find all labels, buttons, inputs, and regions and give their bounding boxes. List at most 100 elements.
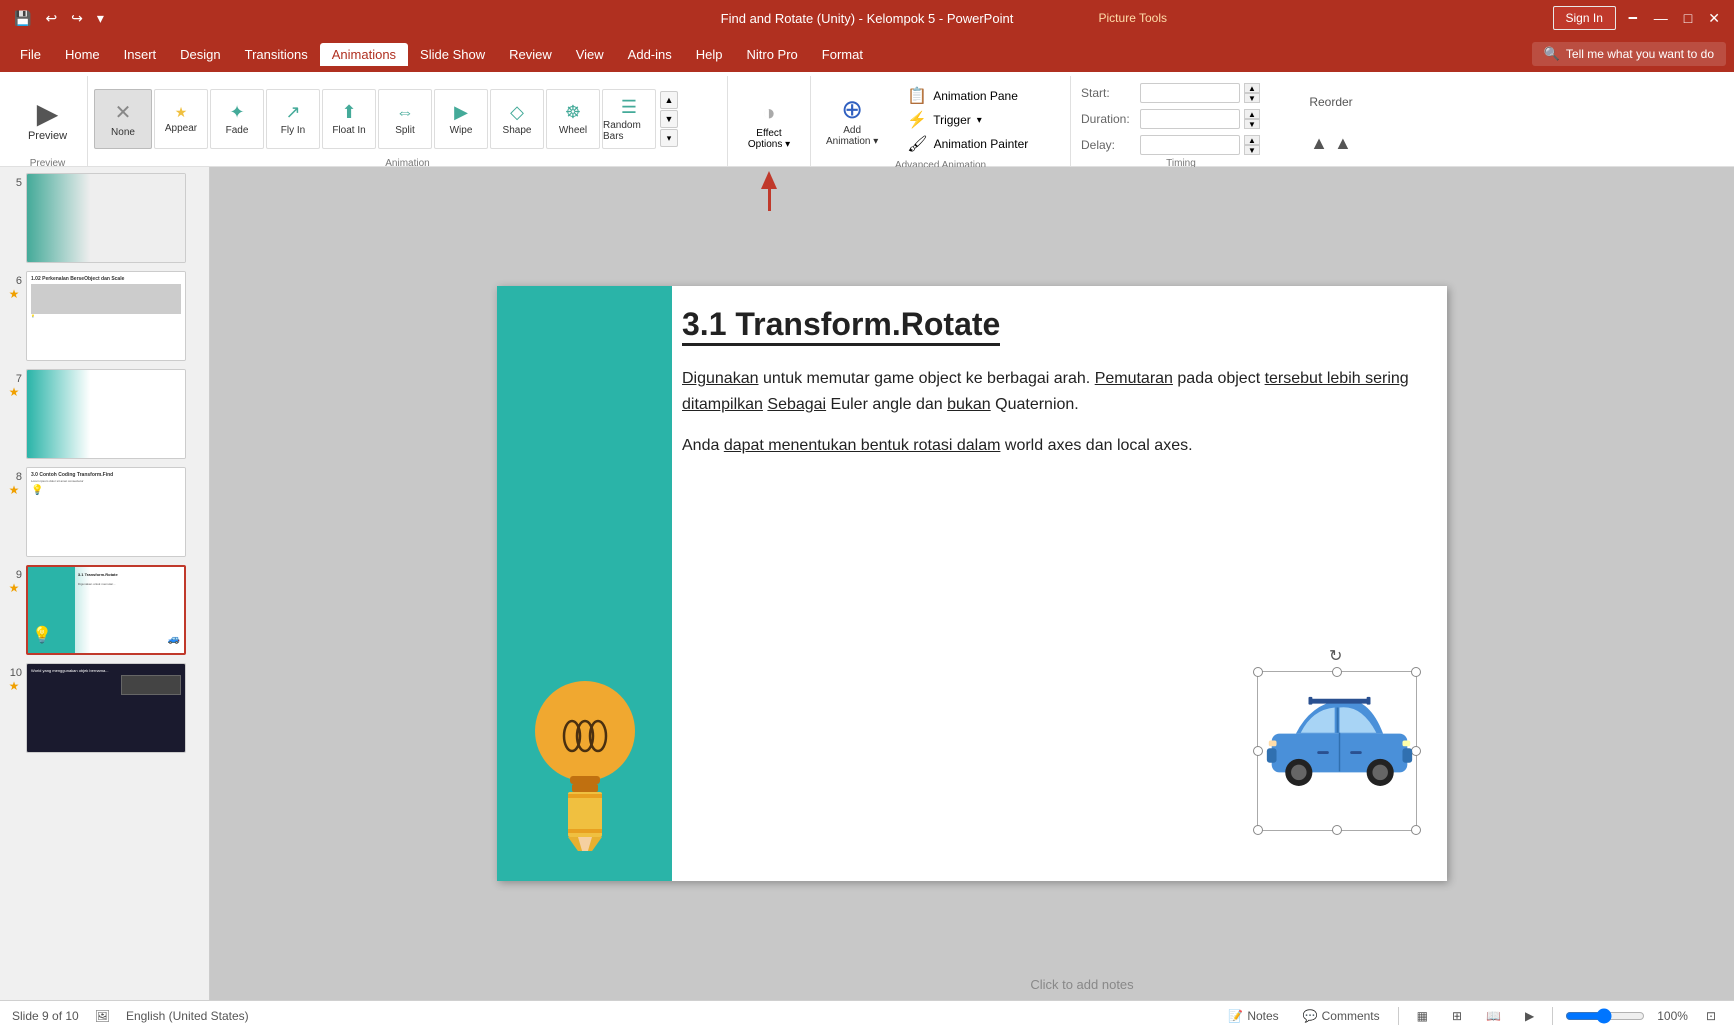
handle-top-right[interactable] (1411, 667, 1421, 677)
wheel-icon: ☸ (565, 102, 581, 123)
animation-split-button[interactable]: ⇔ Split (378, 89, 432, 149)
menu-insert[interactable]: Insert (112, 43, 169, 66)
scroll-more-button[interactable]: ▾ (660, 129, 678, 147)
animation-appear-button[interactable]: ★ Appear (154, 89, 208, 149)
scroll-down-button[interactable]: ▼ (660, 110, 678, 128)
shape-label: Shape (503, 125, 532, 136)
duration-input[interactable] (1140, 109, 1240, 129)
menu-home[interactable]: Home (53, 43, 112, 66)
preview-button[interactable]: ▶ Preview (20, 93, 75, 146)
slide-thumb-5[interactable]: 5 (4, 171, 205, 265)
comments-button[interactable]: 💬 Comments (1297, 1007, 1386, 1025)
slide-sorter-button[interactable]: ⊞ (1446, 1007, 1468, 1025)
slide-num-7: 7 (6, 373, 22, 385)
move-later-button[interactable]: ▲ (1334, 133, 1352, 154)
animation-pane-button[interactable]: 📋 Animation Pane (903, 84, 1032, 108)
animation-shape-button[interactable]: ◇ Shape (490, 89, 544, 149)
menu-view[interactable]: View (564, 43, 616, 66)
reorder-arrows: ▲ ▲ (1310, 133, 1352, 154)
handle-bottom-left[interactable] (1253, 825, 1263, 835)
car-container[interactable]: ↻ (1257, 671, 1417, 831)
start-input[interactable] (1140, 83, 1240, 103)
slide-num-6: 6 (6, 275, 22, 287)
delay-down-arrow[interactable]: ▼ (1244, 145, 1260, 155)
picture-tools-label: Picture Tools (1099, 11, 1167, 25)
randombars-label: Random Bars (603, 120, 655, 142)
move-earlier-button[interactable]: ▲ (1310, 133, 1328, 154)
ribbon-collapse-icon[interactable]: 🗕 (1624, 4, 1642, 32)
slide-thumb-7[interactable]: 7 ★ (4, 367, 205, 461)
slide-thumb-6[interactable]: 6 ★ 1.02 Perkenalan BerseObject dan Scal… (4, 269, 205, 363)
reading-view-button[interactable]: 📖 (1480, 1007, 1507, 1025)
status-bar: Slide 9 of 10 🖼 English (United States) … (0, 1000, 1734, 1030)
preview-label: Preview (28, 130, 67, 142)
slide-view-icon: 🖼 (95, 1009, 110, 1023)
animation-painter-button[interactable]: 🖌 Animation Painter (903, 132, 1032, 156)
thumb-img-5 (26, 173, 186, 263)
animation-scroll-controls: ▲ ▼ ▾ (660, 91, 678, 147)
duration-down-arrow[interactable]: ▼ (1244, 119, 1260, 129)
menu-transitions[interactable]: Transitions (233, 43, 320, 66)
effect-options-button[interactable]: ◑ Effect Options ▾ (734, 91, 804, 159)
duration-row: Duration: ▲ ▼ (1081, 109, 1260, 129)
menu-review[interactable]: Review (497, 43, 564, 66)
menu-slideshow[interactable]: Slide Show (408, 43, 497, 66)
animation-fade-button[interactable]: ✦ Fade (210, 89, 264, 149)
zoom-slider[interactable] (1565, 1008, 1645, 1024)
delay-up-arrow[interactable]: ▲ (1244, 135, 1260, 145)
start-down-arrow[interactable]: ▼ (1244, 93, 1260, 103)
handle-top-center[interactable] (1332, 667, 1342, 677)
animation-wheel-button[interactable]: ☸ Wheel (546, 89, 600, 149)
animation-randombars-button[interactable]: ☰ Random Bars (602, 89, 656, 149)
tell-me-box[interactable]: 🔍 Tell me what you want to do (1532, 42, 1726, 66)
scroll-up-button[interactable]: ▲ (660, 91, 678, 109)
slideshow-button[interactable]: ▶ (1519, 1007, 1540, 1025)
start-up-arrow[interactable]: ▲ (1244, 83, 1260, 93)
minimize-icon[interactable]: — (1650, 8, 1672, 28)
menu-design[interactable]: Design (168, 43, 232, 66)
animation-pane-label: Animation Pane (933, 89, 1018, 103)
close-icon[interactable]: ✕ (1704, 8, 1724, 29)
rotate-handle[interactable]: ↻ (1329, 646, 1342, 666)
menu-nitropro[interactable]: Nitro Pro (735, 43, 810, 66)
menu-addins[interactable]: Add-ins (616, 43, 684, 66)
handle-bottom-center[interactable] (1332, 825, 1342, 835)
add-notes-prompt[interactable]: Click to add notes (430, 977, 1734, 992)
redo-icon[interactable]: ↪ (67, 8, 87, 29)
maximize-icon[interactable]: □ (1680, 8, 1696, 28)
menu-file[interactable]: File (8, 43, 53, 66)
slide-thumb-10[interactable]: 10 ★ World yang menggunakan objek bernam… (4, 661, 205, 755)
add-animation-icon: ⊕ (841, 94, 863, 125)
fade-label: Fade (226, 125, 249, 136)
animation-floatin-button[interactable]: ⬆ Float In (322, 89, 376, 149)
lightbulb-illustration (507, 641, 662, 861)
menu-animations[interactable]: Animations (320, 43, 408, 66)
menu-help[interactable]: Help (684, 43, 735, 66)
duration-label: Duration: (1081, 112, 1136, 126)
undo-icon[interactable]: ↩ (41, 8, 61, 29)
animation-flyin-button[interactable]: ↗ Fly In (266, 89, 320, 149)
slide-content-area: 3.1 Transform.Rotate Digunakan untuk mem… (682, 306, 1427, 861)
duration-up-arrow[interactable]: ▲ (1244, 109, 1260, 119)
slide-thumb-8[interactable]: 8 ★ 3.0 Contoh Coding Transform.Find Lor… (4, 465, 205, 559)
menu-format[interactable]: Format (810, 43, 875, 66)
fit-slide-button[interactable]: ⊡ (1700, 1007, 1722, 1025)
add-animation-button[interactable]: ⊕ Add Animation ▾ (817, 86, 887, 154)
window-controls-left: 💾 ↩ ↪ ▾ (10, 8, 108, 29)
save-icon[interactable]: 💾 (10, 8, 35, 29)
trigger-icon: ⚡ (907, 110, 927, 130)
shape-icon: ◇ (510, 102, 524, 123)
delay-input[interactable] (1140, 135, 1240, 155)
handle-top-left[interactable] (1253, 667, 1263, 677)
customize-icon[interactable]: ▾ (93, 8, 108, 29)
trigger-button[interactable]: ⚡ Trigger ▾ (903, 108, 1032, 132)
slide-thumb-9[interactable]: 9 ★ 3.1 Transform.Rotate Digunakan untuk… (4, 563, 205, 657)
animation-none-button[interactable]: ✕ None (94, 89, 152, 149)
notes-button[interactable]: 📝 Notes (1222, 1007, 1284, 1025)
normal-view-button[interactable]: ▦ (1411, 1007, 1434, 1025)
animation-wipe-button[interactable]: ▶ Wipe (434, 89, 488, 149)
notes-label: Notes (1247, 1009, 1278, 1023)
preview-icon: ▶ (37, 97, 59, 130)
sign-in-button[interactable]: Sign In (1553, 6, 1616, 30)
handle-bottom-right[interactable] (1411, 825, 1421, 835)
